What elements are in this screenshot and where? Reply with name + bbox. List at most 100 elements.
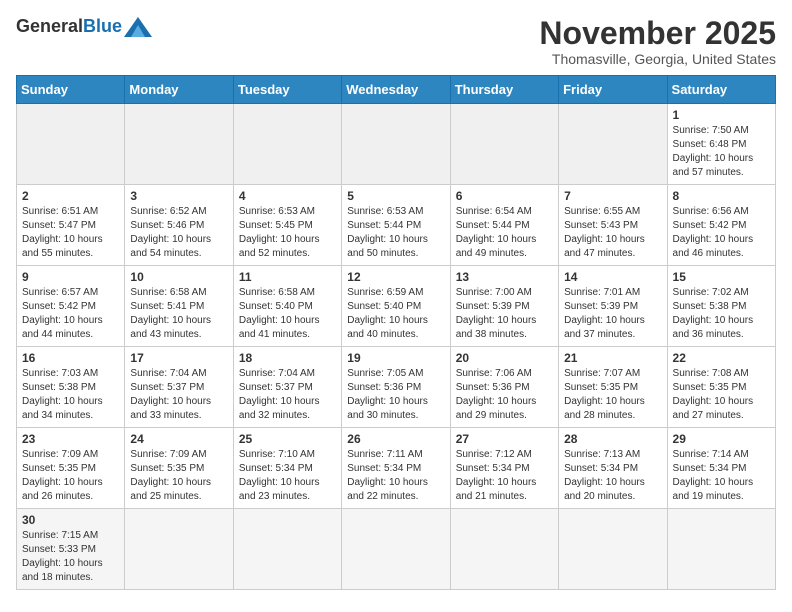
calendar-day-cell	[667, 509, 775, 590]
calendar-day-cell: 17 Sunrise: 7:04 AM Sunset: 5:37 PM Dayli…	[125, 347, 233, 428]
day-info: Sunrise: 7:01 AM Sunset: 5:39 PM Dayligh…	[564, 286, 661, 342]
day-info: Sunrise: 6:58 AM Sunset: 5:40 PM Dayligh…	[239, 286, 336, 342]
day-info: Sunrise: 6:55 AM Sunset: 5:43 PM Dayligh…	[564, 205, 661, 261]
calendar-day-cell: 11 Sunrise: 6:58 AM Sunset: 5:40 PM Dayli…	[233, 266, 341, 347]
day-number: 28	[564, 432, 661, 446]
day-info: Sunrise: 7:15 AM Sunset: 5:33 PM Dayligh…	[22, 529, 119, 585]
day-number: 14	[564, 270, 661, 284]
day-info: Sunrise: 6:57 AM Sunset: 5:42 PM Dayligh…	[22, 286, 119, 342]
day-number: 12	[347, 270, 444, 284]
day-info: Sunrise: 7:02 AM Sunset: 5:38 PM Dayligh…	[673, 286, 770, 342]
day-info: Sunrise: 6:53 AM Sunset: 5:44 PM Dayligh…	[347, 205, 444, 261]
calendar-day-cell: 22Sunrise: 7:08 AM Sunset: 5:35 PM Dayli…	[667, 347, 775, 428]
location: Thomasville, Georgia, United States	[539, 51, 776, 67]
logo-general-text: General	[16, 16, 83, 37]
calendar-day-cell: 3 Sunrise: 6:52 AM Sunset: 5:46 PM Daylig…	[125, 185, 233, 266]
day-number: 23	[22, 432, 119, 446]
day-number: 26	[347, 432, 444, 446]
day-number: 29	[673, 432, 770, 446]
day-info: Sunrise: 6:59 AM Sunset: 5:40 PM Dayligh…	[347, 286, 444, 342]
day-info: Sunrise: 7:10 AM Sunset: 5:34 PM Dayligh…	[239, 448, 336, 504]
calendar-day-cell	[559, 509, 667, 590]
day-number: 11	[239, 270, 336, 284]
calendar-day-cell: 6 Sunrise: 6:54 AM Sunset: 5:44 PM Daylig…	[450, 185, 558, 266]
calendar-day-cell	[450, 104, 558, 185]
calendar-day-cell: 2 Sunrise: 6:51 AM Sunset: 5:47 PM Daylig…	[17, 185, 125, 266]
day-number: 3	[130, 189, 227, 203]
day-number: 24	[130, 432, 227, 446]
calendar-week-row: 23 Sunrise: 7:09 AM Sunset: 5:35 PM Dayli…	[17, 428, 776, 509]
day-info: Sunrise: 7:12 AM Sunset: 5:34 PM Dayligh…	[456, 448, 553, 504]
calendar-day-cell: 10 Sunrise: 6:58 AM Sunset: 5:41 PM Dayli…	[125, 266, 233, 347]
calendar-day-cell: 24 Sunrise: 7:09 AM Sunset: 5:35 PM Dayli…	[125, 428, 233, 509]
day-number: 20	[456, 351, 553, 365]
calendar-day-cell: 16Sunrise: 7:03 AM Sunset: 5:38 PM Dayli…	[17, 347, 125, 428]
day-info: Sunrise: 6:58 AM Sunset: 5:41 PM Dayligh…	[130, 286, 227, 342]
day-number: 16	[22, 351, 119, 365]
calendar-day-cell	[450, 509, 558, 590]
day-info: Sunrise: 7:09 AM Sunset: 5:35 PM Dayligh…	[130, 448, 227, 504]
calendar-header-row: SundayMondayTuesdayWednesdayThursdayFrid…	[17, 76, 776, 104]
calendar-day-cell	[559, 104, 667, 185]
day-number: 13	[456, 270, 553, 284]
day-info: Sunrise: 6:54 AM Sunset: 5:44 PM Dayligh…	[456, 205, 553, 261]
day-number: 10	[130, 270, 227, 284]
day-info: Sunrise: 6:51 AM Sunset: 5:47 PM Dayligh…	[22, 205, 119, 261]
calendar-day-cell: 30 Sunrise: 7:15 AM Sunset: 5:33 PM Dayli…	[17, 509, 125, 590]
day-info: Sunrise: 7:07 AM Sunset: 5:35 PM Dayligh…	[564, 367, 661, 423]
day-number: 22	[673, 351, 770, 365]
day-number: 6	[456, 189, 553, 203]
day-number: 1	[673, 108, 770, 122]
day-number: 25	[239, 432, 336, 446]
day-number: 21	[564, 351, 661, 365]
day-info: Sunrise: 7:11 AM Sunset: 5:34 PM Dayligh…	[347, 448, 444, 504]
day-info: Sunrise: 6:56 AM Sunset: 5:42 PM Dayligh…	[673, 205, 770, 261]
calendar-week-row: 16Sunrise: 7:03 AM Sunset: 5:38 PM Dayli…	[17, 347, 776, 428]
day-number: 9	[22, 270, 119, 284]
calendar-day-cell: 13 Sunrise: 7:00 AM Sunset: 5:39 PM Dayli…	[450, 266, 558, 347]
day-number: 27	[456, 432, 553, 446]
calendar-day-cell: 1 Sunrise: 7:50 AM Sunset: 6:48 PM Daylig…	[667, 104, 775, 185]
day-info: Sunrise: 7:05 AM Sunset: 5:36 PM Dayligh…	[347, 367, 444, 423]
calendar-week-row: 30 Sunrise: 7:15 AM Sunset: 5:33 PM Dayli…	[17, 509, 776, 590]
day-number: 7	[564, 189, 661, 203]
day-info: Sunrise: 7:04 AM Sunset: 5:37 PM Dayligh…	[130, 367, 227, 423]
calendar-day-cell: 20Sunrise: 7:06 AM Sunset: 5:36 PM Dayli…	[450, 347, 558, 428]
day-info: Sunrise: 7:50 AM Sunset: 6:48 PM Dayligh…	[673, 124, 770, 180]
calendar-day-cell: 4Sunrise: 6:53 AM Sunset: 5:45 PM Daylig…	[233, 185, 341, 266]
day-info: Sunrise: 7:14 AM Sunset: 5:34 PM Dayligh…	[673, 448, 770, 504]
day-info: Sunrise: 7:00 AM Sunset: 5:39 PM Dayligh…	[456, 286, 553, 342]
calendar-week-row: 9 Sunrise: 6:57 AM Sunset: 5:42 PM Daylig…	[17, 266, 776, 347]
calendar-day-cell: 9 Sunrise: 6:57 AM Sunset: 5:42 PM Daylig…	[17, 266, 125, 347]
calendar-day-cell: 27 Sunrise: 7:12 AM Sunset: 5:34 PM Dayli…	[450, 428, 558, 509]
calendar-day-cell: 14 Sunrise: 7:01 AM Sunset: 5:39 PM Dayli…	[559, 266, 667, 347]
day-number: 15	[673, 270, 770, 284]
calendar-day-cell: 18 Sunrise: 7:04 AM Sunset: 5:37 PM Dayli…	[233, 347, 341, 428]
calendar-header-wednesday: Wednesday	[342, 76, 450, 104]
day-info: Sunrise: 7:13 AM Sunset: 5:34 PM Dayligh…	[564, 448, 661, 504]
calendar-day-cell	[342, 104, 450, 185]
day-number: 5	[347, 189, 444, 203]
calendar-day-cell: 12 Sunrise: 6:59 AM Sunset: 5:40 PM Dayli…	[342, 266, 450, 347]
calendar-day-cell: 28 Sunrise: 7:13 AM Sunset: 5:34 PM Dayli…	[559, 428, 667, 509]
day-number: 30	[22, 513, 119, 527]
day-info: Sunrise: 7:04 AM Sunset: 5:37 PM Dayligh…	[239, 367, 336, 423]
calendar-day-cell: 5 Sunrise: 6:53 AM Sunset: 5:44 PM Daylig…	[342, 185, 450, 266]
month-title: November 2025	[539, 16, 776, 51]
calendar-day-cell	[233, 509, 341, 590]
calendar-week-row: 2 Sunrise: 6:51 AM Sunset: 5:47 PM Daylig…	[17, 185, 776, 266]
calendar-day-cell	[342, 509, 450, 590]
calendar-day-cell	[125, 104, 233, 185]
logo-blue-text: Blue	[83, 16, 122, 37]
day-info: Sunrise: 6:52 AM Sunset: 5:46 PM Dayligh…	[130, 205, 227, 261]
calendar-header-tuesday: Tuesday	[233, 76, 341, 104]
calendar-day-cell	[125, 509, 233, 590]
calendar-day-cell: 26 Sunrise: 7:11 AM Sunset: 5:34 PM Dayli…	[342, 428, 450, 509]
day-number: 17	[130, 351, 227, 365]
day-number: 2	[22, 189, 119, 203]
day-number: 8	[673, 189, 770, 203]
calendar-header-friday: Friday	[559, 76, 667, 104]
day-number: 19	[347, 351, 444, 365]
calendar-day-cell: 8 Sunrise: 6:56 AM Sunset: 5:42 PM Daylig…	[667, 185, 775, 266]
day-number: 18	[239, 351, 336, 365]
